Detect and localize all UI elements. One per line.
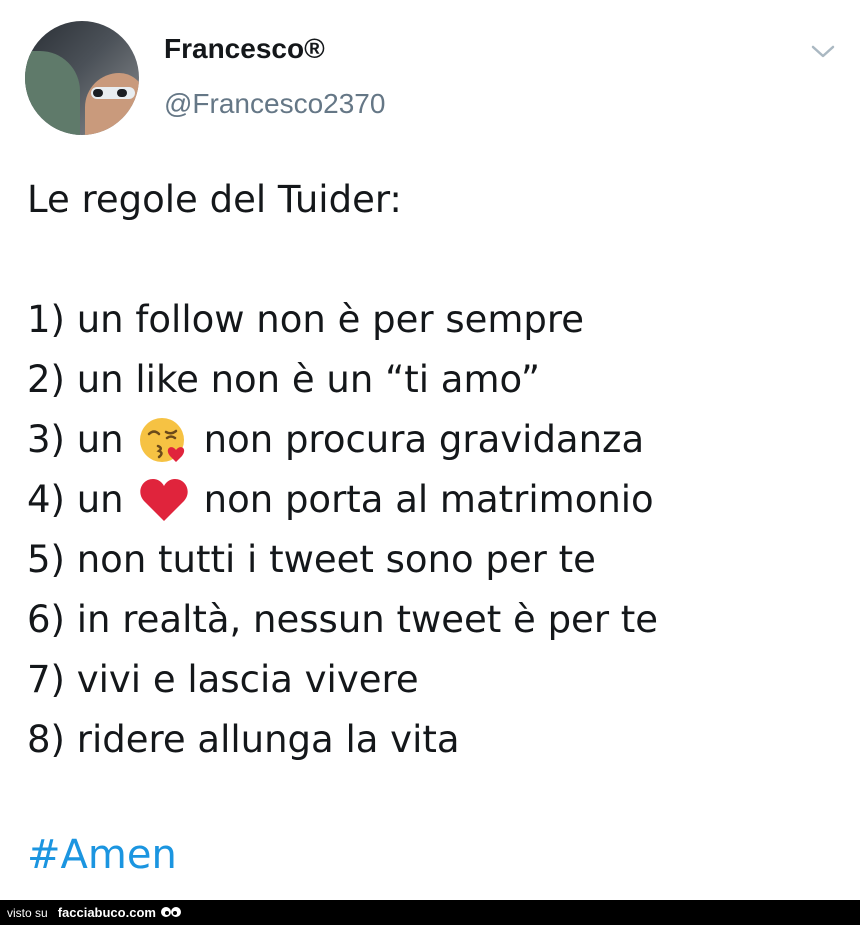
tweet-text: Le regole del Tuider: 1) un follow non è… <box>27 170 658 770</box>
rule-8: 8) ridere allunga la vita <box>27 718 460 761</box>
footer-label: visto su <box>7 905 48 920</box>
rule-3-prefix: 3) un <box>27 418 124 461</box>
eyes-logo-icon <box>160 906 181 917</box>
rule-1: 1) un follow non è per sempre <box>27 298 585 341</box>
rule-4-suffix: non porta al matrimonio <box>203 478 654 521</box>
rule-6: 6) in realtà, nessun tweet è per te <box>27 598 659 641</box>
rule-5: 5) non tutti i tweet sono per te <box>27 538 596 581</box>
avatar-face <box>85 73 139 135</box>
author-name[interactable]: Francesco® <box>164 33 325 65</box>
hashtag-link[interactable]: #Amen <box>27 832 177 878</box>
footer-brand[interactable]: facciabuco.com <box>58 905 156 920</box>
rule-3-suffix: non procura gravidanza <box>203 418 645 461</box>
avatar-lens-right <box>117 89 127 97</box>
avatar[interactable] <box>25 21 139 135</box>
avatar-lens-left <box>93 89 103 97</box>
rule-3: 3) un non procura gravidanza <box>27 410 658 470</box>
kissing-face-icon <box>139 418 184 462</box>
red-heart-icon <box>139 479 188 521</box>
rule-4-prefix: 4) un <box>27 478 124 521</box>
chevron-down-icon[interactable] <box>810 42 836 62</box>
rule-4: 4) un non porta al matrimonio <box>27 470 658 530</box>
avatar-shape <box>25 51 80 135</box>
rule-2: 2) un like non è un “ti amo” <box>27 358 540 401</box>
rule-7: 7) vivi e lascia vivere <box>27 658 419 701</box>
watermark-bar: visto su facciabuco.com <box>0 900 860 925</box>
tweet-title: Le regole del Tuider: <box>27 178 402 221</box>
author-handle[interactable]: @Francesco2370 <box>164 88 385 120</box>
